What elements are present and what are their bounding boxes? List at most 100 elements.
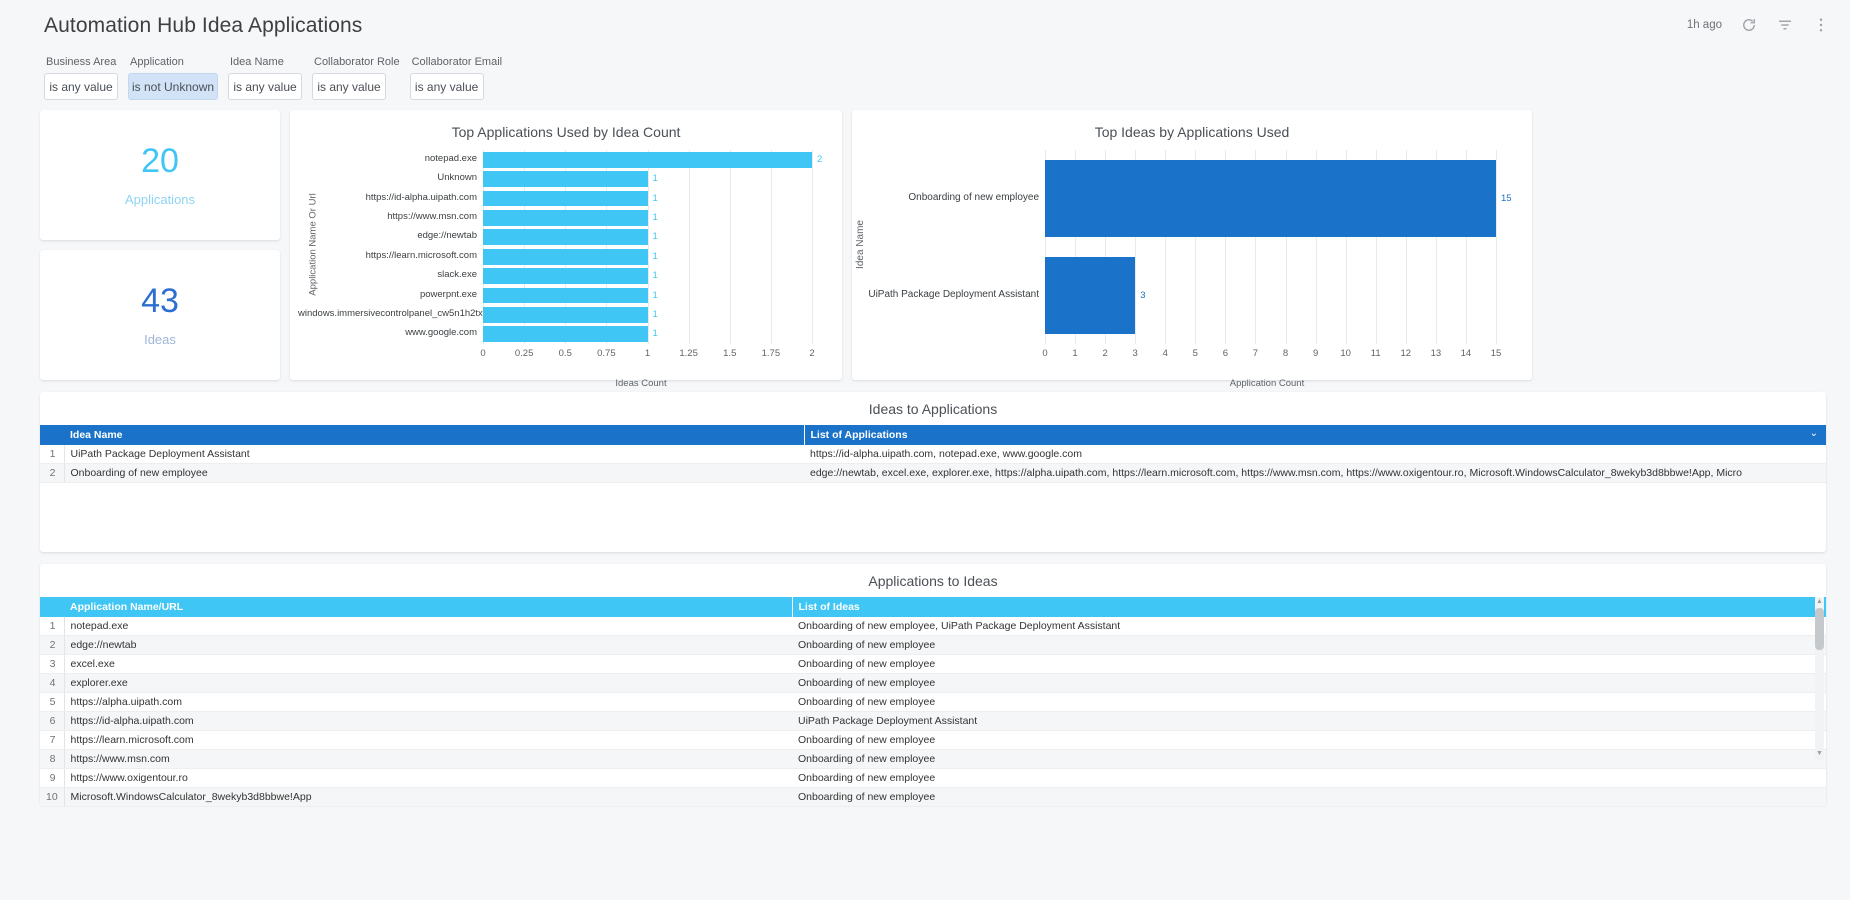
row-index: 10 [40, 787, 65, 807]
table-cell-app: https://learn.microsoft.com [64, 730, 792, 750]
chart-bar[interactable] [483, 171, 648, 188]
bar-value-label: 1 [652, 289, 658, 301]
chart-bar[interactable] [483, 190, 648, 207]
kebab-menu-icon[interactable] [1812, 16, 1830, 34]
table-row[interactable]: 2 Onboarding of new employee edge://newtab… [40, 463, 1826, 483]
table-cell-app: https://alpha.uipath.com [64, 692, 792, 712]
bar-value-label: 1 [652, 308, 658, 320]
category-label: windows.immersivecontrolpanel_cw5n1h2txy… [298, 307, 503, 319]
chart-gridline [647, 150, 649, 344]
table-cell-ideas: Onboarding of new employee [792, 654, 1826, 674]
column-header-list-of-applications[interactable]: List of Applications [803, 425, 1826, 445]
table-row[interactable]: 2 edge://newtab Onboarding of new employee [40, 635, 1826, 655]
chart-bar[interactable] [1045, 159, 1496, 238]
table-cell-ideas: Onboarding of new employee [792, 768, 1826, 788]
table-row[interactable]: 10 Microsoft.WindowsCalculator_8wekyb3d8b… [40, 787, 1826, 807]
filter-value-collaborator-role[interactable]: is any value [312, 73, 386, 100]
table-cell-app: https://www.msn.com [64, 749, 792, 769]
filter-icon[interactable] [1776, 16, 1794, 34]
row-index: 2 [40, 463, 65, 483]
column-header-list-of-ideas[interactable]: List of Ideas [791, 597, 1826, 617]
chart-bar[interactable] [483, 209, 648, 226]
category-label: Unknown [437, 172, 477, 184]
category-label: https://www.msn.com [387, 210, 477, 222]
chevron-down-icon[interactable]: ⌄ [1810, 425, 1818, 442]
header-actions: 1h ago [1687, 16, 1830, 34]
chart-gridline [729, 150, 731, 344]
category-label: https://id-alpha.uipath.com [365, 191, 477, 203]
page-title: Automation Hub Idea Applications [44, 14, 363, 37]
refresh-icon[interactable] [1740, 16, 1758, 34]
table-cell-app: Microsoft.WindowsCalculator_8wekyb3d8bbw… [64, 787, 792, 807]
table-scrollbar-thumb[interactable] [1815, 608, 1824, 650]
data-table: Application Name/URL List of Ideas 1 note… [40, 597, 1826, 807]
filter-value-business-area[interactable]: is any value [44, 73, 118, 100]
table-row[interactable]: 5 https://alpha.uipath.com Onboarding of n… [40, 692, 1826, 712]
filter-label: Application [130, 56, 184, 68]
table-cell-app: excel.exe [64, 654, 792, 674]
category-label: edge://newtab [417, 230, 477, 242]
kpi-value: 20 [141, 141, 179, 180]
table-row[interactable]: 6 https://id-alpha.uipath.com UiPath Packa… [40, 711, 1826, 731]
x-axis-tick-label: 1 [644, 348, 651, 359]
chart-top-ideas[interactable]: Top Ideas by Applications Used Idea Name… [852, 110, 1532, 389]
table-cell-idea: Onboarding of new employee [64, 463, 804, 483]
chart-plot-area: Idea Name 0 1 2 3 4 5 6 7 8 9 10 11 12 13 14 15 Onboardi… [855, 146, 1524, 378]
table-row[interactable]: 1 UiPath Package Deployment Assistant http… [40, 445, 1826, 464]
scroll-down-arrow-icon[interactable]: ▼ [1815, 749, 1824, 759]
table-header-row: Application Name/URL List of Ideas [40, 597, 1826, 617]
table-cell-ideas: Onboarding of new employee [792, 787, 1826, 807]
chart-bar[interactable] [483, 151, 812, 168]
filter-label: Business Area [46, 56, 117, 68]
chart-bar[interactable] [483, 268, 648, 285]
dashboard-header: Automation Hub Idea Applications 1h ago [0, 0, 1850, 52]
scroll-up-arrow-icon[interactable]: ▲ [1815, 597, 1824, 607]
column-header-application-name-url[interactable]: Application Name/URL [64, 597, 792, 617]
chart-bar[interactable] [1045, 256, 1136, 335]
table-row[interactable]: 7 https://learn.microsoft.com Onboarding o… [40, 730, 1826, 750]
chart-bar[interactable] [483, 326, 648, 343]
bar-value-label: 1 [652, 173, 658, 185]
column-header-idea-name[interactable]: Idea Name [64, 425, 804, 445]
chart-top-applications[interactable]: Top Applications Used by Idea Count Appl… [290, 110, 842, 389]
table-row[interactable]: 1 notepad.exe Onboarding of new employee, … [40, 617, 1826, 636]
chart-gridline [1496, 150, 1497, 344]
bar-value-label: 2 [817, 153, 823, 165]
chart-bar[interactable] [483, 229, 648, 246]
bar-value-label: 1 [652, 192, 658, 204]
table-applications-to-ideas: Applications to Ideas Application Name/U… [40, 564, 1826, 807]
filter-collaborator-role: Collaborator Role is any value [312, 56, 400, 100]
table-row[interactable]: 9 https://www.oxigentour.ro Onboarding of … [40, 768, 1826, 788]
table-title: Applications to Ideas [868, 573, 998, 589]
row-index: 5 [40, 692, 65, 712]
top-row: 20 Applications 43 Ideas Top Application… [0, 100, 1850, 389]
chart-title: Top Ideas by Applications Used [1094, 124, 1290, 140]
row-index: 3 [40, 654, 65, 674]
x-axis-tick-label: 1.25 [679, 348, 698, 359]
table-cell-ideas: Onboarding of new employee, UiPath Packa… [792, 617, 1826, 636]
kpi-tile-ideas[interactable]: 43 Ideas [40, 250, 280, 380]
category-label: UiPath Package Deployment Assistant [868, 288, 1039, 300]
filter-application: Application is not Unknown [128, 56, 218, 100]
filter-value-application[interactable]: is not Unknown [128, 73, 218, 100]
filter-value-idea-name[interactable]: is any value [228, 73, 302, 100]
table-cell-ideas: Onboarding of new employee [792, 635, 1826, 655]
last-refresh-label: 1h ago [1686, 19, 1722, 31]
table-cell-app: notepad.exe [64, 617, 792, 636]
table-row[interactable]: 4 explorer.exe Onboarding of new employee [40, 673, 1826, 693]
filter-value-collaborator-email[interactable]: is any value [409, 73, 484, 100]
table-row[interactable]: 3 excel.exe Onboarding of new employee [40, 654, 1826, 674]
chart-bar[interactable] [483, 248, 648, 265]
chart-bar[interactable] [483, 306, 648, 323]
kpi-tile-applications[interactable]: 20 Applications [40, 110, 280, 240]
chart-plot-area: Application Name Or Url 0 0.25 0.5 0.75 1 1.2… [298, 146, 834, 378]
table-cell-ideas: Onboarding of new employee [792, 749, 1826, 769]
table-cell-app: edge://newtab [64, 635, 792, 655]
table-row[interactable]: 8 https://www.msn.com Onboarding of new em… [40, 749, 1826, 769]
x-axis-tick-label: 1.75 [761, 348, 781, 359]
category-label: https://learn.microsoft.com [365, 249, 477, 261]
row-index: 6 [40, 711, 65, 731]
chart-bar[interactable] [483, 287, 648, 304]
y-axis-title: Idea Name [854, 220, 866, 269]
table-cell-ideas: Onboarding of new employee [792, 673, 1826, 693]
